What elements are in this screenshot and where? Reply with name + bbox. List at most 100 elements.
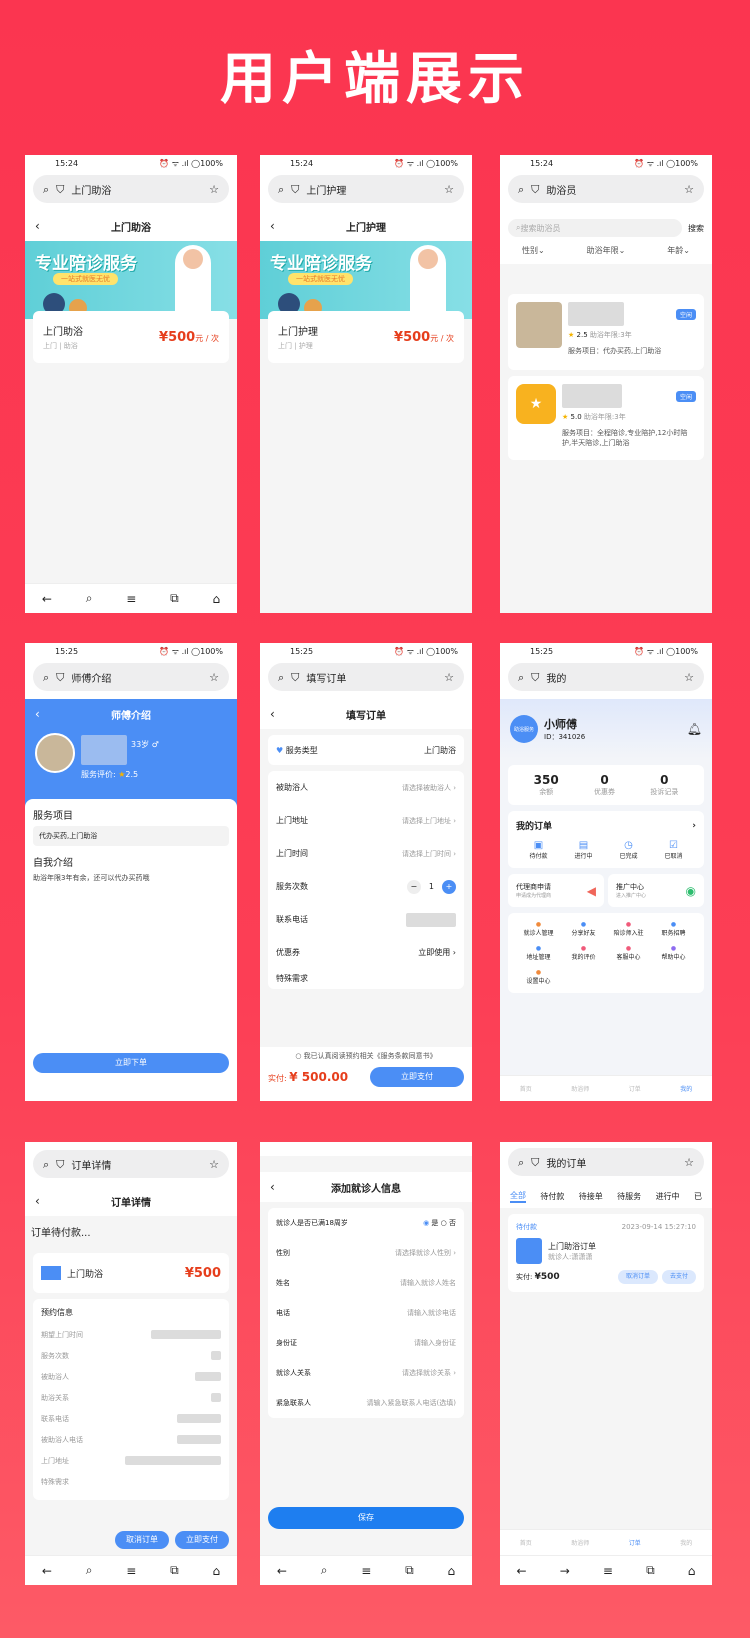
search-icon[interactable]: ⌕ <box>86 1563 93 1578</box>
stat-balance[interactable]: 350 余额 <box>534 773 559 797</box>
tab-ongoing[interactable]: 进行中 <box>656 1191 680 1202</box>
back-arrow-icon[interactable]: ← <box>277 1564 287 1578</box>
phone-field[interactable]: 电话 请输入就诊电话 <box>276 1298 456 1328</box>
order-cancelled[interactable]: ☑ 已取消 <box>664 840 682 860</box>
tab-home[interactable]: 首页 <box>520 1084 532 1093</box>
star-icon[interactable]: ☆ <box>444 672 454 683</box>
star-icon[interactable]: ☆ <box>684 1157 694 1168</box>
forward-arrow-icon[interactable]: → <box>560 1564 570 1578</box>
coupon-field[interactable]: 优惠券 立即使用 › <box>276 936 456 969</box>
order-button[interactable]: 立即下单 <box>33 1053 229 1073</box>
radio-icon[interactable]: ○ <box>441 1219 447 1227</box>
address-bar[interactable]: ⌕ ⛉ 我的订单 ☆ <box>508 1148 704 1176</box>
order-done[interactable]: ◷ 已完成 <box>619 840 637 860</box>
search-icon[interactable]: ⌕ <box>86 591 93 606</box>
address-bar[interactable]: ⌕ ⛉ 订单详情 ☆ <box>33 1150 229 1178</box>
tabs-icon[interactable]: ⧉ <box>405 1563 414 1578</box>
order-pending[interactable]: ▣ 待付款 <box>529 840 547 860</box>
relation-field[interactable]: 就诊人关系 请选择就诊关系 › <box>276 1358 456 1388</box>
stat-coupons[interactable]: 0 优惠券 <box>594 773 615 797</box>
save-button[interactable]: 保存 <box>268 1507 464 1529</box>
tool-address[interactable]: ● 地址管理 <box>516 945 561 961</box>
tab-all[interactable]: 全部 <box>510 1190 526 1203</box>
service-card[interactable]: 上门助浴 上门 | 助浴 ¥500元 / 次 <box>33 311 229 363</box>
menu-icon[interactable]: ≡ <box>126 1564 136 1578</box>
orders-header[interactable]: 我的订单 › <box>516 819 696 833</box>
filter-age[interactable]: 年龄⌄ <box>667 245 690 256</box>
tab-done[interactable]: 已 <box>694 1191 702 1202</box>
bell-icon[interactable]: 🔔︎ <box>687 722 702 736</box>
tab-me[interactable]: 我的 <box>680 1084 692 1093</box>
plus-button[interactable]: + <box>442 879 456 894</box>
back-arrow-icon[interactable]: ← <box>517 1564 527 1578</box>
tabs-icon[interactable]: ⧉ <box>646 1563 655 1578</box>
phone-field[interactable]: 联系电话 <box>276 903 456 936</box>
star-icon[interactable]: ☆ <box>684 184 694 195</box>
checkbox-icon[interactable]: ○ <box>295 1052 301 1060</box>
patient-field[interactable]: 被助浴人 请选择被助浴人 › <box>276 771 456 804</box>
pay-button[interactable]: 立即支付 <box>175 1531 229 1549</box>
id-field[interactable]: 身份证 请输入身份证 <box>276 1328 456 1358</box>
tool-share[interactable]: ● 分享好友 <box>561 921 606 937</box>
search-input[interactable]: ⌕ 搜索助浴员 <box>508 219 682 237</box>
tool-reviews[interactable]: ● 我的评价 <box>561 945 606 961</box>
tab-pending[interactable]: 待接单 <box>579 1191 603 1202</box>
menu-icon[interactable]: ≡ <box>126 592 136 606</box>
search-button[interactable]: 搜索 <box>688 223 704 234</box>
time-field[interactable]: 上门时间 请选择上门时间 › <box>276 837 456 870</box>
tab-me[interactable]: 我的 <box>680 1538 692 1547</box>
address-bar[interactable]: ⌕ ⛉ 我的 ☆ <box>508 663 704 691</box>
star-icon[interactable]: ☆ <box>444 184 454 195</box>
tool-settings[interactable]: ● 设置中心 <box>516 969 561 985</box>
search-icon[interactable]: ⌕ <box>321 1563 328 1578</box>
tool-support[interactable]: ● 客服中心 <box>606 945 651 961</box>
address-field[interactable]: 上门地址 请选择上门地址 › <box>276 804 456 837</box>
gender-field[interactable]: 性别 请选择就诊人性别 › <box>276 1238 456 1268</box>
home-icon[interactable]: ⌂ <box>688 1564 696 1578</box>
tab-workers[interactable]: 助浴师 <box>571 1084 589 1093</box>
tabs-icon[interactable]: ⧉ <box>170 591 179 606</box>
address-bar[interactable]: ⌕ ⛉ 上门助浴 ☆ <box>33 175 229 203</box>
agreement[interactable]: ○ 我已认真阅读预约相关《服务条款同意书》 <box>268 1051 464 1061</box>
tool-help[interactable]: ● 帮助中心 <box>651 945 696 961</box>
worker-card[interactable]: 空闲 ★ 2.5 助浴年限:3年 服务项目：代办买药,上门助浴 <box>508 294 704 370</box>
cancel-order-button[interactable]: 取消订单 <box>115 1531 169 1549</box>
address-bar[interactable]: ⌕ ⛉ 填写订单 ☆ <box>268 663 464 691</box>
home-icon[interactable]: ⌂ <box>212 592 220 606</box>
radio-checked-icon[interactable]: ◉ <box>423 1219 429 1227</box>
tabs-icon[interactable]: ⧉ <box>170 1563 179 1578</box>
tool-patients[interactable]: ● 就诊人管理 <box>516 921 561 937</box>
agent-apply[interactable]: 代理商申请 申请成为代理商 ◀ <box>508 874 604 907</box>
address-bar[interactable]: ⌕ ⛉ 助浴员 ☆ <box>508 175 704 203</box>
stat-complaints[interactable]: 0 投诉记录 <box>650 773 678 797</box>
worker-card[interactable]: ★ 空闲 ★ 5.0 助浴年限:3年 服务项目：全程陪诊,专业陪护,12小时陪护… <box>508 376 704 460</box>
back-icon[interactable]: ‹ <box>270 1180 275 1194</box>
order-card[interactable]: 待付款 2023-09-14 15:27:10 上门助浴订单 就诊人:潇潇潇 实付:… <box>508 1214 704 1292</box>
tab-home[interactable]: 首页 <box>520 1538 532 1547</box>
menu-icon[interactable]: ≡ <box>603 1564 613 1578</box>
menu-icon[interactable]: ≡ <box>361 1564 371 1578</box>
tool-jobs[interactable]: ● 职务招聘 <box>651 921 696 937</box>
filter-years[interactable]: 助浴年限⌄ <box>587 245 626 256</box>
banner[interactable]: 专业陪诊服务 一站式就医无忧 <box>260 241 472 319</box>
pay-button[interactable]: 立即支付 <box>370 1067 464 1087</box>
go-pay-button[interactable]: 去支付 <box>662 1270 696 1284</box>
minus-button[interactable]: − <box>406 879 421 894</box>
banner[interactable]: 专业陪诊服务 一站式就医无忧 <box>25 241 237 319</box>
service-card[interactable]: 上门护理 上门 | 护理 ¥500元 / 次 <box>268 311 464 363</box>
cancel-order-button[interactable]: 取消订单 <box>618 1270 658 1284</box>
star-icon[interactable]: ☆ <box>684 672 694 683</box>
address-bar[interactable]: ⌕ ⛉ 上门护理 ☆ <box>268 175 464 203</box>
promo-center[interactable]: 推广中心 进入推广中心 ◉ <box>608 874 704 907</box>
back-icon[interactable]: ‹ <box>35 707 40 721</box>
star-icon[interactable]: ☆ <box>209 1159 219 1170</box>
tab-unpaid[interactable]: 待付款 <box>540 1191 564 1202</box>
tab-to-serve[interactable]: 待服务 <box>617 1191 641 1202</box>
home-icon[interactable]: ⌂ <box>447 1564 455 1578</box>
back-icon[interactable]: ‹ <box>35 219 40 233</box>
filter-gender[interactable]: 性别⌄ <box>522 245 545 256</box>
order-ongoing[interactable]: ▤ 进行中 <box>574 840 592 860</box>
address-bar[interactable]: ⌕ ⛉ 师傅介绍 ☆ <box>33 663 229 691</box>
emergency-field[interactable]: 紧急联系人 请输入紧急联系人电话(选填) <box>276 1388 456 1418</box>
back-arrow-icon[interactable]: ← <box>42 592 52 606</box>
